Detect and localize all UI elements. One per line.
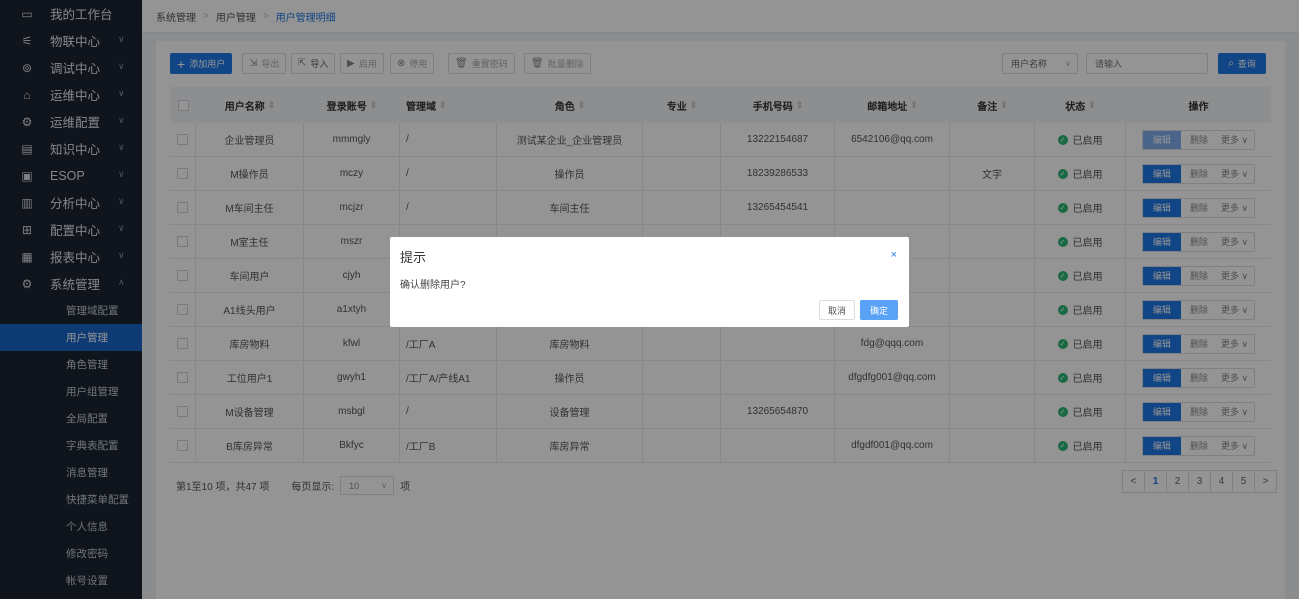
dialog-message: 确认删除用户? <box>400 280 466 291</box>
confirm-dialog: 提示 × 确认删除用户? 取消 确定 <box>390 237 909 327</box>
close-icon[interactable]: × <box>891 249 897 261</box>
dialog-title: 提示 <box>400 250 427 265</box>
cancel-button[interactable]: 取消 <box>819 300 855 320</box>
confirm-button[interactable]: 确定 <box>860 300 898 320</box>
